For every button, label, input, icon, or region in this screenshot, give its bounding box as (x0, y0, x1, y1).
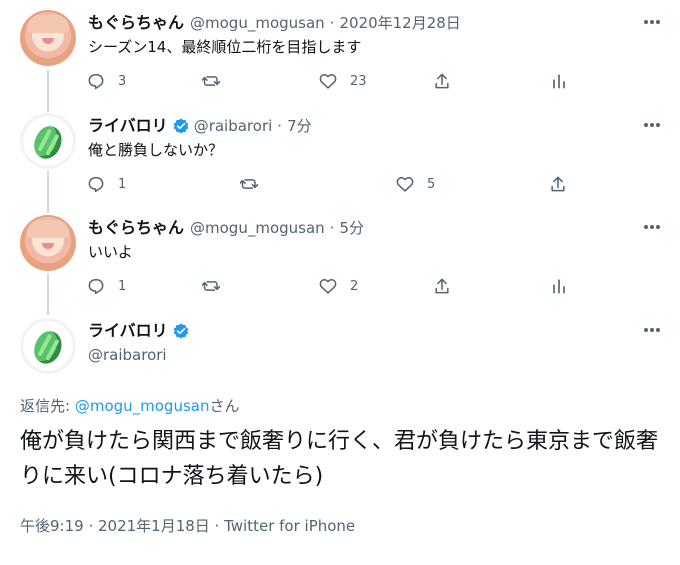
retweet-icon (240, 179, 259, 189)
reply-count: 1 (118, 176, 127, 192)
analytics-button[interactable] (549, 68, 569, 94)
main-tweet-timestamp[interactable]: 午後9:19 · 2021年1月18日 · Twitter for iPhone (20, 515, 355, 536)
user-handle[interactable]: @mogu_mogusan (190, 217, 325, 239)
share-button[interactable] (548, 171, 568, 197)
analytics-icon (553, 74, 565, 89)
tweet-time[interactable]: 5分 (339, 217, 364, 239)
cucumber-character (28, 121, 68, 164)
reply-count: 1 (118, 278, 127, 294)
like-button[interactable]: 2 (318, 273, 358, 299)
tweet-3-header: もぐらちゃん @mogu_mogusan · 5分 (88, 217, 364, 239)
dot-separator: · (329, 219, 335, 237)
share-icon (435, 73, 449, 89)
retweet-button[interactable] (202, 273, 222, 299)
reply-icon (88, 279, 104, 295)
display-name[interactable]: ライバロリ (88, 115, 168, 137)
share-icon (551, 176, 565, 192)
tweet-time[interactable]: 2020年12月28日 (339, 12, 460, 34)
tweet-2[interactable]: ライバロリ @raibarori · 7分 俺と勝負しないか？ 1 5 (0, 113, 680, 205)
reply-prefix: 返信先: (20, 397, 75, 415)
user-handle[interactable]: @raibarori (88, 346, 167, 364)
tweet-time[interactable]: 7分 (287, 115, 312, 137)
display-name[interactable]: もぐらちゃん (88, 12, 184, 34)
analytics-button[interactable] (549, 273, 569, 299)
dot-separator: · (277, 117, 283, 135)
display-name[interactable]: ライバロリ (88, 320, 168, 342)
tweet-1-header: もぐらちゃん @mogu_mogusan · 2020年12月28日 (88, 12, 461, 34)
tweet-3-actions: 1 2 (86, 273, 576, 299)
more-icon[interactable] (642, 117, 662, 133)
reply-icon (88, 177, 104, 193)
main-tweet-name-row: ライバロリ (88, 320, 194, 342)
reply-button[interactable]: 3 (86, 68, 126, 94)
mogura-avatar[interactable] (20, 215, 76, 271)
like-icon (319, 74, 337, 89)
retweet-icon (202, 76, 221, 86)
more-icon[interactable] (642, 219, 662, 235)
raibarori-avatar[interactable] (20, 113, 76, 169)
reply-button[interactable]: 1 (86, 171, 126, 197)
retweet-icon (202, 281, 221, 291)
mogura-avatar[interactable] (20, 10, 76, 66)
like-icon (319, 279, 337, 294)
like-count: 23 (350, 73, 367, 89)
retweet-button[interactable] (202, 68, 222, 94)
main-tweet-text: 俺が負けたら関西まで飯奢りに行く、君が負けたら東京まで飯奢りに来い(コロナ落ち着… (20, 429, 659, 489)
reply-icon (88, 74, 104, 90)
like-button[interactable]: 5 (395, 171, 435, 197)
cucumber-character (28, 326, 68, 369)
raibarori-avatar[interactable] (20, 318, 76, 374)
user-handle[interactable]: @raibarori (194, 115, 273, 137)
share-button[interactable] (432, 273, 452, 299)
user-handle[interactable]: @mogu_mogusan (190, 12, 325, 34)
verified-badge-icon (173, 323, 189, 339)
reply-to-line: 返信先: @mogu_mogusanさん (20, 395, 240, 416)
reply-count: 3 (118, 73, 127, 89)
tweet-1-actions: 3 23 (86, 68, 576, 94)
retweet-button[interactable] (240, 171, 260, 197)
share-icon (435, 278, 449, 294)
reply-handle-link[interactable]: @mogu_mogusan (75, 397, 210, 415)
tweet-text: 俺と勝負しないか？ (88, 141, 224, 159)
display-name[interactable]: もぐらちゃん (88, 217, 184, 239)
more-icon[interactable] (642, 14, 662, 30)
share-button[interactable] (432, 68, 452, 94)
verified-badge-icon (173, 118, 189, 134)
tweet-3[interactable]: もぐらちゃん @mogu_mogusan · 5分 いいよ 1 2 (0, 215, 680, 307)
tweet-text: シーズン14、最終順位二桁を目指します (88, 38, 362, 56)
more-icon[interactable] (642, 322, 662, 338)
like-icon (396, 177, 414, 192)
like-button[interactable]: 23 (318, 68, 367, 94)
tweet-2-header: ライバロリ @raibarori · 7分 (88, 115, 312, 137)
like-count: 2 (350, 278, 359, 294)
like-count: 5 (427, 176, 436, 192)
reply-suffix: さん (209, 397, 240, 415)
tweet-text: いいよ (88, 243, 133, 261)
analytics-icon (553, 279, 565, 294)
reply-button[interactable]: 1 (86, 273, 126, 299)
tweet-2-actions: 1 5 (86, 171, 576, 197)
dot-separator: · (329, 14, 335, 32)
tweet-1[interactable]: もぐらちゃん @mogu_mogusan · 2020年12月28日 シーズン1… (0, 10, 680, 102)
